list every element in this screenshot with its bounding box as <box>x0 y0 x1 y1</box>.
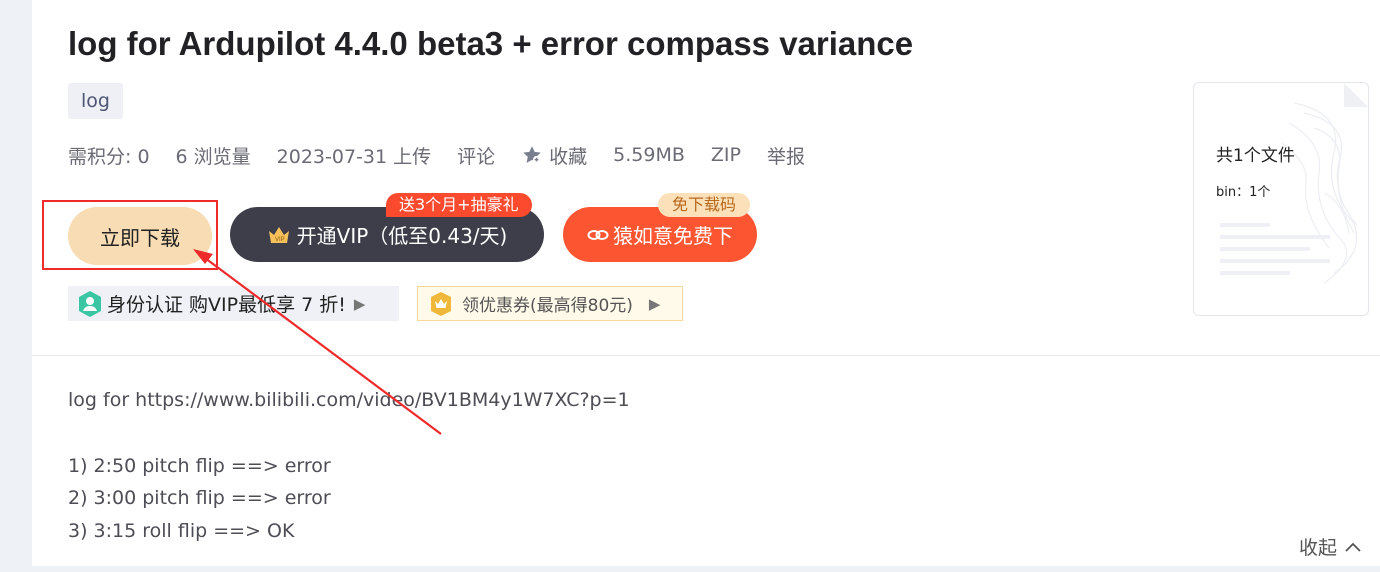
file-summary-card[interactable]: 共1个文件 bin：1个 <box>1193 82 1369 316</box>
coupon-icon <box>431 291 451 316</box>
description-line: 3) 3:15 roll flip ==> OK <box>68 519 295 542</box>
file-count: 共1个文件 <box>1216 146 1295 166</box>
play-icon: ▶ <box>353 294 366 313</box>
identity-icon <box>79 290 101 317</box>
star-icon <box>523 146 541 164</box>
identity-promo[interactable]: 身份认证 购VIP最低享 7 折! ▶ <box>68 286 399 321</box>
collapse-toggle[interactable]: 收起 <box>1299 533 1361 560</box>
file-format: ZIP <box>710 144 741 166</box>
download-button[interactable]: 立即下载 <box>68 207 212 265</box>
free-download-badge: 免下载码 <box>658 193 751 217</box>
file-type-breakdown: bin：1个 <box>1216 185 1271 200</box>
link-icon <box>587 229 609 240</box>
vip-promo-badge: 送3个月+抽豪礼 <box>386 193 532 217</box>
free-download-label: 猿如意免费下 <box>613 224 733 248</box>
points-required: 需积分: 0 <box>68 145 150 168</box>
favorite-label: 收藏 <box>549 145 588 168</box>
description-line: log for https://www.bilibili.com/video/B… <box>68 389 630 411</box>
report-link[interactable]: 举报 <box>767 142 805 169</box>
play-icon: ▶ <box>648 294 661 313</box>
coupon-promo-label: 领优惠券(最高得80元) <box>462 296 633 316</box>
crown-icon: VIP <box>268 226 289 243</box>
view-count: 6 浏览量 <box>175 145 251 168</box>
identity-promo-label: 身份认证 购VIP最低享 7 折! <box>107 294 346 316</box>
chevron-up-icon <box>1345 542 1361 552</box>
tag-log[interactable]: log <box>68 83 123 119</box>
collapse-label: 收起 <box>1299 537 1338 559</box>
meta-bar: 需积分: 0 6 浏览量 2023-07-31 上传 评论 收藏 5.59MB … <box>68 140 831 170</box>
resource-description: log for https://www.bilibili.com/video/B… <box>68 385 630 548</box>
page-title: log for Ardupilot 4.4.0 beta3 + error co… <box>68 25 914 62</box>
vip-button-label: 开通VIP（低至0.43/天) <box>296 224 508 248</box>
coupon-promo[interactable]: 领优惠券(最高得80元) ▶ <box>417 286 683 321</box>
file-size: 5.59MB <box>613 144 685 166</box>
comment-link[interactable]: 评论 <box>457 142 495 169</box>
section-divider <box>32 355 1380 356</box>
upload-date: 2023-07-31 上传 <box>276 145 432 168</box>
description-line: 2) 3:00 pitch flip ==> error <box>68 487 331 509</box>
description-line: 1) 2:50 pitch flip ==> error <box>68 454 331 477</box>
favorite-button[interactable]: 收藏 <box>521 142 587 169</box>
description-line <box>68 418 630 451</box>
svg-text:VIP: VIP <box>275 237 285 243</box>
